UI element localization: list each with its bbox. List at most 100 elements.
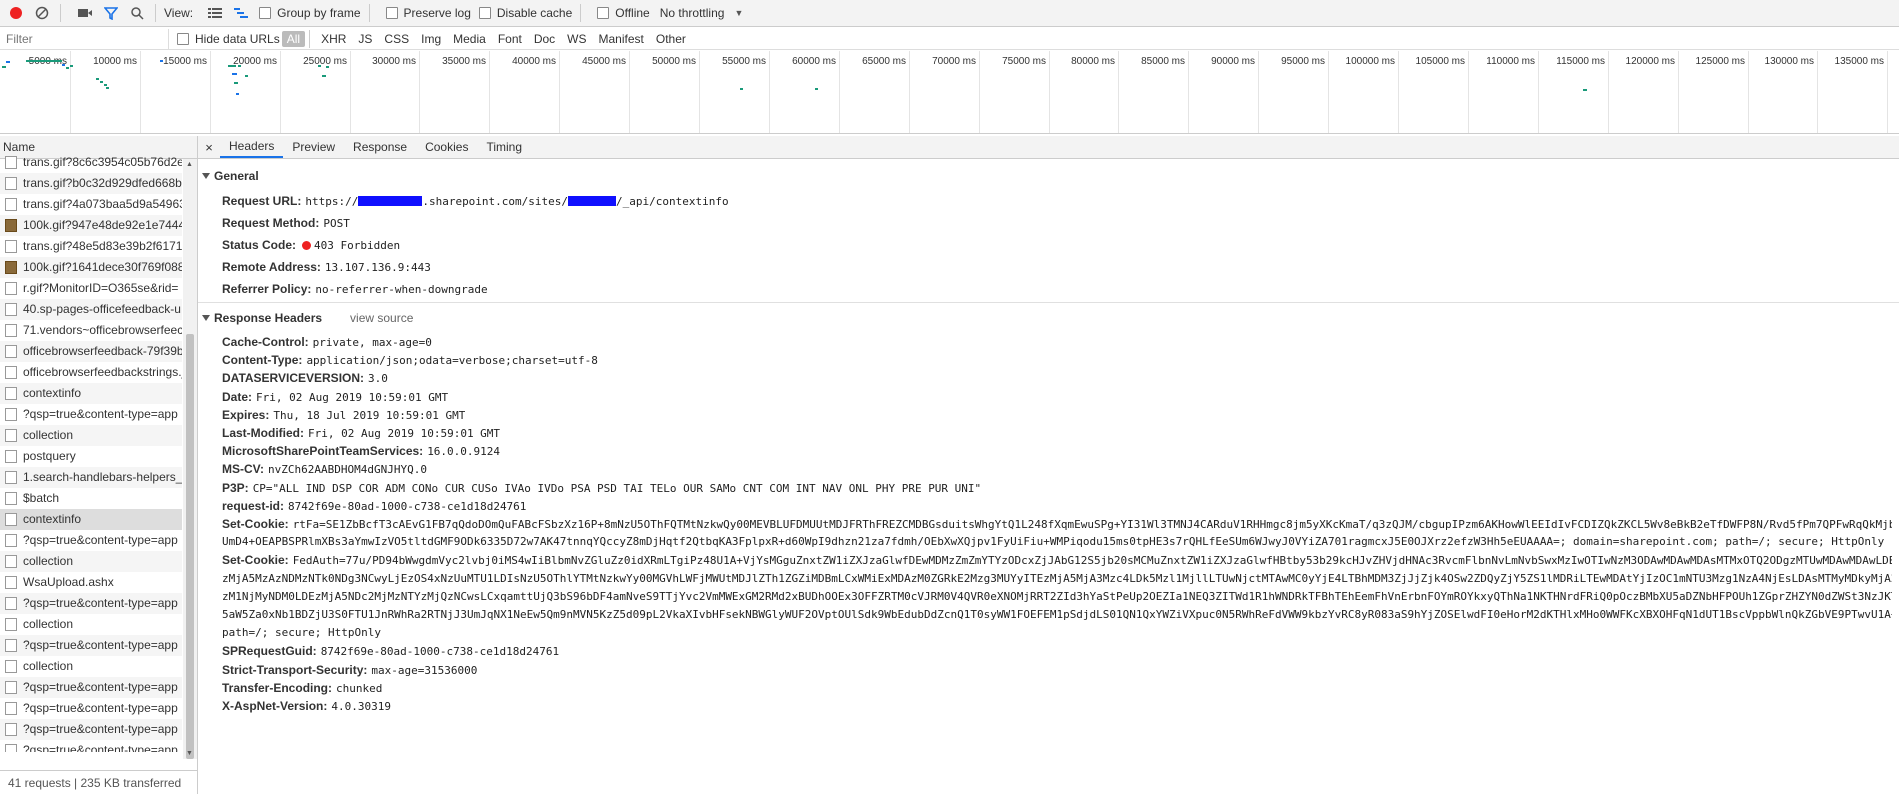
request-row[interactable]: trans.gif?b0c32d929dfed668b	[0, 173, 182, 194]
waterfall-view-icon[interactable]	[231, 3, 251, 23]
tab-cookies[interactable]: Cookies	[416, 136, 477, 158]
search-icon[interactable]	[127, 3, 147, 23]
request-row[interactable]: ?qsp=true&content-type=app	[0, 404, 182, 425]
filter-type-doc[interactable]: Doc	[529, 31, 560, 47]
tab-response[interactable]: Response	[344, 136, 416, 158]
document-file-icon	[5, 492, 17, 505]
filter-divider	[309, 29, 311, 48]
tab-timing[interactable]: Timing	[477, 136, 531, 158]
tab-headers[interactable]: Headers	[220, 136, 284, 158]
request-row[interactable]: contextinfo	[0, 383, 182, 404]
timeline-tick: 100000 ms	[1346, 51, 1399, 133]
header-key: MicrosoftSharePointTeamServices:	[222, 444, 424, 459]
status-code-row: Status Code: 403 Forbidden	[222, 238, 400, 252]
scroll-down-icon[interactable]: ▼	[186, 750, 193, 757]
timeline-tick: 65000 ms	[862, 51, 910, 133]
scroll-up-icon[interactable]: ▲	[186, 161, 193, 168]
request-row[interactable]: postquery	[0, 446, 182, 467]
filter-type-xhr[interactable]: XHR	[316, 31, 351, 47]
request-row[interactable]: ?qsp=true&content-type=app	[0, 593, 182, 614]
filter-type-other[interactable]: Other	[651, 31, 691, 47]
request-row[interactable]: 100k.gif?947e48de92e1e7444	[0, 215, 182, 236]
request-row[interactable]: 71.vendors~officebrowserfeec	[0, 320, 182, 341]
throttling-select[interactable]: No throttling	[660, 6, 725, 20]
general-section-toggle[interactable]: General	[198, 166, 1899, 186]
filter-type-all[interactable]: All	[281, 30, 306, 47]
timeline-request-bar	[234, 82, 238, 84]
header-value-continuation: UmD4+OEAPBSPRlmXBs3aYmwIzVO5tltdGMF9ODk6…	[222, 535, 1885, 549]
header-key: Strict-Transport-Security:	[222, 662, 368, 677]
filter-type-manifest[interactable]: Manifest	[594, 31, 649, 47]
preserve-log-label: Preserve log	[403, 6, 471, 20]
timeline-request-bar	[245, 75, 248, 77]
response-headers-toggle[interactable]: Response Headers view source	[198, 308, 1899, 328]
request-row[interactable]: 100k.gif?1641dece30f769f088	[0, 257, 182, 278]
request-row[interactable]: 1.search-handlebars-helpers_3	[0, 467, 182, 488]
header-key: P3P:	[222, 480, 249, 495]
view-source-link[interactable]: view source	[350, 311, 413, 325]
record-icon[interactable]	[6, 3, 26, 23]
filter-type-js[interactable]: JS	[353, 31, 377, 47]
response-header-row: Set-Cookie: FedAuth=77u/PD94bWwgdmVyc2lvb…	[222, 553, 1892, 567]
timeline-overview[interactable]: 5000 ms 10000 ms 15000 ms 20000 ms 25000 ms 3…	[0, 51, 1899, 134]
chevron-down-icon[interactable]: ▼	[734, 8, 743, 18]
timeline-request-bar	[100, 81, 103, 83]
filter-type-media[interactable]: Media	[448, 31, 491, 47]
filter-type-img[interactable]: Img	[416, 31, 446, 47]
request-row[interactable]: collection	[0, 614, 182, 635]
request-row[interactable]: ?qsp=true&content-type=app	[0, 698, 182, 719]
request-row[interactable]: ?qsp=true&content-type=app	[0, 719, 182, 740]
request-row[interactable]: ?qsp=true&content-type=app	[0, 740, 182, 752]
request-row[interactable]: 40.sp-pages-officefeedback-u	[0, 299, 182, 320]
header-value: 3.0	[368, 372, 388, 386]
clear-icon[interactable]	[32, 3, 52, 23]
header-key: Last-Modified:	[222, 426, 304, 440]
request-row[interactable]: officebrowserfeedback-79f39b	[0, 341, 182, 362]
large-rows-icon[interactable]	[205, 3, 225, 23]
request-name: collection	[23, 617, 74, 631]
header-value-continuation: zMjA5MzAzNDMzNTk0NDg3NCwyLjEzOS4xNzUuMTU…	[222, 571, 1892, 585]
tab-preview[interactable]: Preview	[283, 136, 344, 158]
group-by-frame-checkbox[interactable]: Group by frame	[259, 6, 361, 20]
request-row[interactable]: trans.gif?4a073baa5d9a54963	[0, 194, 182, 215]
request-name: ?qsp=true&content-type=app	[23, 533, 178, 547]
close-icon[interactable]: ×	[198, 140, 220, 155]
request-row[interactable]: r.gif?MonitorID=O365se&rid=	[0, 278, 182, 299]
request-row[interactable]: trans.gif?8c6c3954c05b76d2e	[0, 152, 182, 173]
timeline-tick-label: 105000 ms	[1415, 56, 1465, 67]
timeline-tick-label: 125000 ms	[1695, 56, 1745, 67]
filter-input[interactable]	[0, 28, 169, 49]
request-row[interactable]: $batch	[0, 488, 182, 509]
timeline-tick-label: 50000 ms	[652, 56, 696, 67]
request-row[interactable]: officebrowserfeedbackstrings.j	[0, 362, 182, 383]
network-toolbar: View: Group by frame Preserve log Disabl…	[0, 0, 1899, 27]
request-row[interactable]: WsaUpload.ashx	[0, 572, 182, 593]
filter-type-font[interactable]: Font	[493, 31, 527, 47]
timeline-tick-label: 70000 ms	[932, 56, 976, 67]
document-file-icon	[5, 303, 17, 316]
request-row[interactable]: collection	[0, 551, 182, 572]
preserve-log-checkbox[interactable]: Preserve log	[385, 6, 471, 20]
offline-checkbox[interactable]: Offline	[597, 6, 650, 20]
request-row[interactable]: ?qsp=true&content-type=app	[0, 530, 182, 551]
timeline-request-bar	[104, 84, 107, 86]
hide-data-urls-checkbox[interactable]: Hide data URLs	[177, 32, 280, 46]
filter-icon[interactable]	[101, 3, 121, 23]
request-row[interactable]: ?qsp=true&content-type=app	[0, 635, 182, 656]
request-method-row: Request Method: POST	[222, 216, 350, 230]
video-capture-icon[interactable]	[75, 3, 95, 23]
toolbar-divider	[155, 4, 156, 22]
timeline-request-bar	[1583, 89, 1587, 91]
scrollbar-thumb[interactable]	[186, 334, 194, 759]
request-row[interactable]: ?qsp=true&content-type=app	[0, 677, 182, 698]
request-row[interactable]: collection	[0, 425, 182, 446]
request-name: ?qsp=true&content-type=app	[23, 701, 178, 715]
request-row[interactable]: trans.gif?48e5d83e39b2f61714	[0, 236, 182, 257]
filter-type-css[interactable]: CSS	[379, 31, 414, 47]
request-row[interactable]: collection	[0, 656, 182, 677]
request-list-scrollbar[interactable]: ▲ ▼	[183, 159, 197, 759]
request-name: ?qsp=true&content-type=app	[23, 596, 178, 610]
disable-cache-checkbox[interactable]: Disable cache	[478, 6, 572, 20]
filter-type-ws[interactable]: WS	[562, 31, 591, 47]
request-row[interactable]: contextinfo	[0, 509, 182, 530]
